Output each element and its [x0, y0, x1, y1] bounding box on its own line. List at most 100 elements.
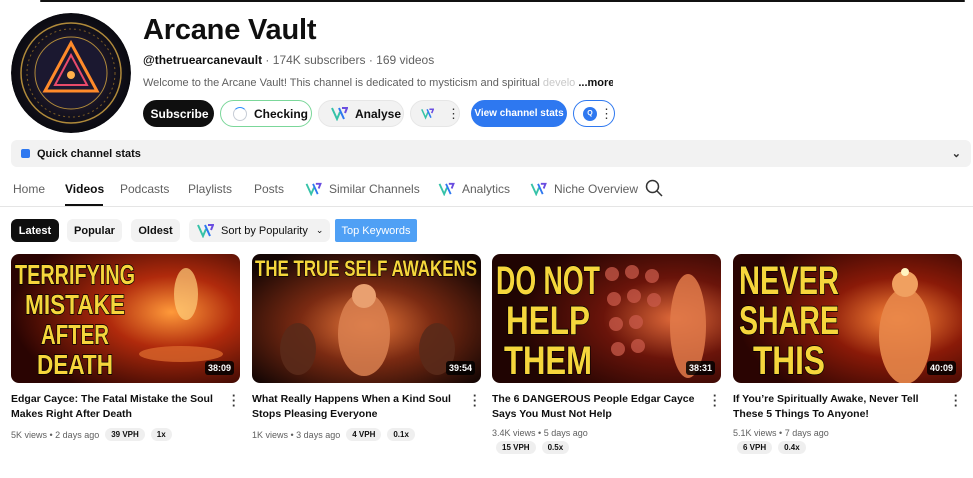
ratio-badge: 0.1x: [387, 428, 415, 441]
meta-separator: •: [776, 428, 785, 438]
tab-niche-overview[interactable]: Niche Overview: [530, 181, 638, 197]
tabs-divider: [0, 206, 973, 207]
thumbnail-text: MISTAKE: [25, 289, 125, 320]
thumbnail-text: AFTER: [41, 319, 109, 350]
ratio-badge: 0.4x: [778, 441, 806, 454]
vidiq-logo-icon: [197, 224, 214, 238]
video-age: 3 days ago: [296, 429, 341, 440]
kebab-icon[interactable]: · · ·: [469, 389, 481, 412]
tab-home[interactable]: Home: [13, 181, 45, 197]
video-title[interactable]: The 6 DANGEROUS People Edgar Cayce Says …: [492, 392, 697, 422]
chevron-down-icon: ⌄: [315, 225, 324, 235]
video-age: 7 days ago: [784, 428, 829, 438]
extension-menu-button[interactable]: Q ⋮: [573, 100, 615, 127]
channel-description[interactable]: Welcome to the Arcane Vault! This channe…: [143, 77, 613, 89]
view-channel-stats-button[interactable]: View channel stats: [471, 100, 567, 127]
tab-podcasts[interactable]: Podcasts: [120, 181, 169, 197]
kebab-icon[interactable]: · · ·: [709, 389, 721, 412]
video-duration: 39:54: [445, 361, 475, 375]
analyse-label: Analyse: [355, 106, 402, 121]
thumbnail-text: THIS: [753, 339, 825, 383]
spinner-icon: [233, 106, 247, 121]
quick-stats-label: Quick channel stats: [37, 147, 141, 160]
subscribe-button[interactable]: Subscribe: [143, 100, 214, 127]
vidiq-logo-icon: [421, 108, 434, 120]
description-text: Welcome to the Arcane Vault! This channe…: [143, 77, 543, 89]
chip-latest[interactable]: Latest: [11, 219, 59, 242]
tab-label: Similar Channels: [329, 182, 420, 196]
tab-posts[interactable]: Posts: [254, 181, 284, 197]
tab-label: Niche Overview: [554, 182, 639, 196]
video-duration: 38:09: [204, 361, 234, 375]
video-age: 5 days ago: [543, 428, 588, 438]
thumbnail-text: DO NOT: [496, 259, 600, 303]
kebab-icon[interactable]: · · ·: [228, 389, 240, 412]
top-keywords-button[interactable]: Top Keywords: [335, 219, 417, 242]
video-duration: 40:09: [926, 361, 956, 375]
channel-avatar[interactable]: [11, 13, 131, 133]
more-link[interactable]: ...more: [578, 77, 613, 89]
video-views: 5K views: [11, 429, 48, 440]
chevron-down-icon[interactable]: ⌄: [952, 147, 961, 160]
vph-badge: 6 VPH: [737, 441, 773, 454]
vidiq-logo-icon: [438, 182, 455, 196]
video-card[interactable]: THE TRUE SELF AWAKENS 39:54 What Really …: [252, 254, 481, 441]
thumbnail-text: TERRIFYING: [15, 259, 135, 290]
video-meta: 5K views • 2 days ago 39 VPH 1x: [11, 428, 216, 441]
thumbnail-text: SHARE: [739, 299, 839, 343]
thumbnail-text: THEM: [504, 339, 592, 383]
vidiq-logo-icon: [530, 182, 547, 196]
thumbnail-text: THE TRUE SELF AWAKENS: [255, 256, 477, 281]
search-icon[interactable]: [645, 179, 663, 197]
video-card[interactable]: TERRIFYING MISTAKE AFTER DEATH 38:09 Edg…: [11, 254, 240, 441]
thumbnail-text: HELP: [506, 299, 590, 343]
checking-button[interactable]: Checking: [220, 100, 312, 127]
video-views: 3.4K views: [492, 428, 536, 438]
video-count: 169 videos: [376, 53, 435, 67]
checking-label: Checking: [254, 106, 309, 121]
tab-label: Analytics: [462, 182, 511, 196]
tab-videos[interactable]: Videos: [65, 181, 104, 197]
thumbnail-text: NEVER: [739, 259, 839, 303]
quick-channel-stats-bar[interactable]: Quick channel stats ⌄: [11, 140, 971, 167]
meta-separator: ·: [265, 53, 273, 67]
chip-oldest[interactable]: Oldest: [131, 219, 180, 242]
sort-by-popularity-dropdown[interactable]: Sort by Popularity ⌄: [189, 219, 330, 242]
tab-analytics[interactable]: Analytics: [438, 181, 510, 197]
vidiq-menu-button[interactable]: ⋮: [410, 100, 460, 127]
kebab-icon: ⋮: [447, 105, 460, 121]
video-card[interactable]: DO NOT HELP THEM 38:31 The 6 DANGEROUS P…: [492, 254, 721, 454]
video-card[interactable]: NEVER SHARE THIS 40:09 If You’re Spiritu…: [733, 254, 962, 454]
kebab-icon: ⋮: [600, 105, 613, 121]
tab-playlists[interactable]: Playlists: [188, 181, 232, 197]
meta-separator: •: [288, 429, 297, 440]
kebab-icon[interactable]: · · ·: [950, 389, 962, 412]
window-top-edge: [40, 0, 965, 2]
video-title[interactable]: What Really Happens When a Kind Soul Sto…: [252, 392, 457, 422]
video-views: 1K views: [252, 429, 289, 440]
video-meta: 5.1K views • 7 days ago 6 VPH 0.4x: [733, 428, 938, 454]
video-thumbnail[interactable]: NEVER SHARE THIS 40:09: [733, 254, 962, 383]
ratio-badge: 0.5x: [541, 441, 570, 454]
chip-popular[interactable]: Popular: [67, 219, 122, 242]
subscriber-count: 174K subscribers: [272, 53, 366, 67]
tab-similar-channels[interactable]: Similar Channels: [305, 181, 420, 197]
vidiq-logo-icon: [305, 182, 322, 196]
video-thumbnail[interactable]: TERRIFYING MISTAKE AFTER DEATH 38:09: [11, 254, 240, 383]
video-meta: 3.4K views • 5 days ago 15 VPH 0.5x: [492, 428, 697, 454]
channel-handle[interactable]: @thetruearcanevault: [143, 53, 262, 67]
extension-badge-icon: Q: [583, 106, 597, 121]
video-views: 5.1K views: [733, 428, 777, 438]
video-age: 2 days ago: [55, 429, 100, 440]
meta-separator: •: [535, 428, 544, 438]
description-faded-text: develo: [542, 77, 576, 89]
video-thumbnail[interactable]: DO NOT HELP THEM 38:31: [492, 254, 721, 383]
thumbnail-text: DEATH: [37, 349, 113, 380]
video-thumbnail[interactable]: THE TRUE SELF AWAKENS 39:54: [252, 254, 481, 383]
vph-badge: 39 VPH: [105, 428, 145, 441]
vph-badge: 4 VPH: [346, 428, 382, 441]
analyse-button[interactable]: Analyse: [318, 100, 404, 127]
video-title[interactable]: Edgar Cayce: The Fatal Mistake the Soul …: [11, 392, 216, 422]
video-meta: 1K views • 3 days ago 4 VPH 0.1x: [252, 428, 457, 441]
video-title[interactable]: If You’re Spiritually Awake, Never Tell …: [733, 392, 938, 422]
